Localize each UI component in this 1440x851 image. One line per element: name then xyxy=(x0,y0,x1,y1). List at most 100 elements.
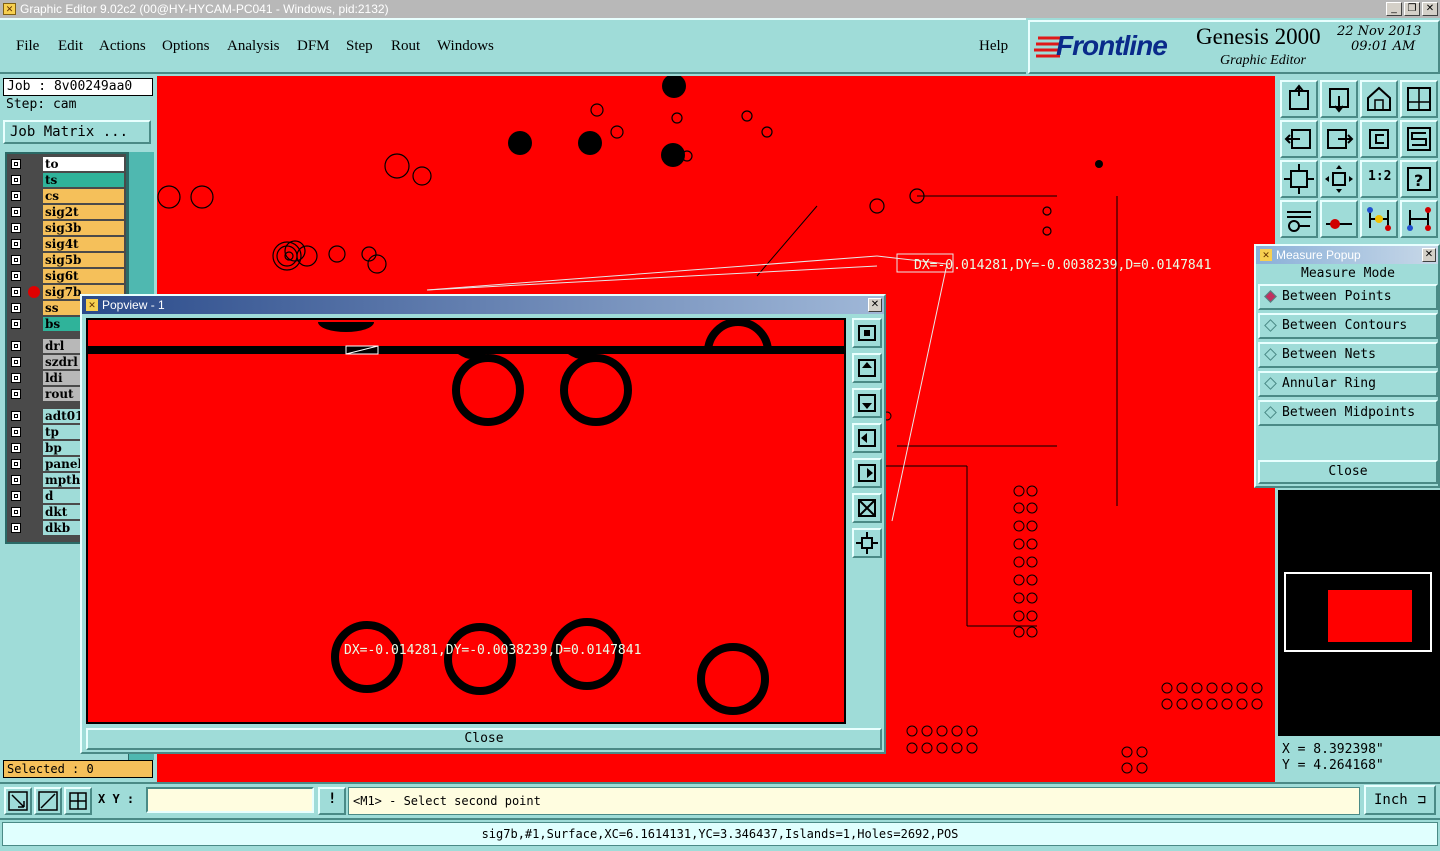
select-arrow-icon[interactable] xyxy=(4,787,32,815)
layer-name[interactable]: to xyxy=(43,157,124,171)
view-toolbar: 1:2 ? xyxy=(1276,76,1440,240)
job-matrix-button[interactable]: Job Matrix ... xyxy=(3,120,151,144)
measure-tool-icon[interactable] xyxy=(1280,200,1318,238)
layer-checkbox[interactable] xyxy=(11,239,21,249)
snake-route-icon[interactable] xyxy=(1400,120,1438,158)
xy-input[interactable] xyxy=(146,787,314,813)
measure-popup-title: Measure Popup xyxy=(1276,248,1361,262)
layer-checkbox[interactable] xyxy=(11,389,21,399)
layer-row-cs[interactable]: cs xyxy=(7,188,127,204)
scale-one-to-two-icon[interactable]: 1:2 xyxy=(1360,160,1398,198)
layer-name[interactable]: cs xyxy=(43,189,124,203)
zoom-fit-icon[interactable] xyxy=(1280,160,1318,198)
measure-option-annular-ring[interactable]: Annular Ring xyxy=(1258,371,1438,397)
layer-checkbox[interactable] xyxy=(11,175,21,185)
menu-dfm[interactable]: DFM xyxy=(297,38,330,55)
layer-checkbox[interactable] xyxy=(11,357,21,367)
menu-analysis[interactable]: Analysis xyxy=(227,38,280,55)
popview-close-icon[interactable]: ✕ xyxy=(868,298,882,312)
layer-name[interactable]: ts xyxy=(43,173,124,187)
popview-pan-left-button[interactable] xyxy=(852,423,882,453)
popview-canvas[interactable]: DX=-0.014281,DY=-0.0038239,D=0.0147841 xyxy=(86,318,846,724)
layer-row-ts[interactable]: ts xyxy=(7,172,127,188)
layer-checkbox[interactable] xyxy=(11,523,21,533)
menu-help[interactable]: Help xyxy=(979,38,1008,55)
snap-point-icon[interactable] xyxy=(1320,200,1358,238)
product-name: Genesis 2000 xyxy=(1196,24,1321,49)
layer-checkbox[interactable] xyxy=(11,475,21,485)
split-view-icon[interactable] xyxy=(1400,80,1438,118)
popview-zoom-out-button[interactable] xyxy=(852,493,882,523)
layer-row-sig4t[interactable]: sig4t xyxy=(7,236,127,252)
grid-snap-icon[interactable] xyxy=(64,787,92,815)
popview-pan-right-button[interactable] xyxy=(852,458,882,488)
mirror-view-icon[interactable] xyxy=(1360,120,1398,158)
layer-checkbox[interactable] xyxy=(11,271,21,281)
layer-row-sig5b[interactable]: sig5b xyxy=(7,252,127,268)
layer-checkbox[interactable] xyxy=(11,159,21,169)
units-label: Inch xyxy=(1374,792,1408,808)
layer-checkbox[interactable] xyxy=(11,319,21,329)
layer-checkbox[interactable] xyxy=(11,191,21,201)
layer-name[interactable]: sig5b xyxy=(43,253,124,267)
measure-option-between-contours[interactable]: Between Contours xyxy=(1258,313,1438,339)
layer-row-sig2t[interactable]: sig2t xyxy=(7,204,127,220)
zoom-center-icon[interactable] xyxy=(1320,160,1358,198)
overview-frame[interactable] xyxy=(1284,572,1432,652)
minimize-button[interactable]: _ xyxy=(1386,2,1402,16)
close-window-button[interactable]: ✕ xyxy=(1422,2,1438,16)
layer-checkbox[interactable] xyxy=(11,207,21,217)
layer-checkbox[interactable] xyxy=(11,411,21,421)
popview-pan-up-button[interactable] xyxy=(852,353,882,383)
menu-file[interactable]: File xyxy=(16,38,39,55)
layer-checkbox[interactable] xyxy=(11,287,21,297)
layer-checkbox[interactable] xyxy=(11,223,21,233)
popview-close-button[interactable]: Close xyxy=(86,728,882,750)
popview-zoom-window-button[interactable] xyxy=(852,318,882,348)
zoom-home-icon[interactable] xyxy=(1280,80,1318,118)
maximize-button[interactable]: ❐ xyxy=(1404,2,1420,16)
popview-zoom-in-button[interactable] xyxy=(852,528,882,558)
home-view-icon[interactable] xyxy=(1360,80,1398,118)
layer-name[interactable]: sig4t xyxy=(43,237,124,251)
menu-rout[interactable]: Rout xyxy=(391,38,420,55)
layer-row-sig3b[interactable]: sig3b xyxy=(7,220,127,236)
layer-checkbox[interactable] xyxy=(11,459,21,469)
active-layer-dot-icon xyxy=(28,286,40,298)
net-connect-icon[interactable] xyxy=(1360,200,1398,238)
layer-checkbox[interactable] xyxy=(11,427,21,437)
measure-close-button[interactable]: Close xyxy=(1258,460,1438,484)
measure-popup-close-icon[interactable]: ✕ xyxy=(1422,248,1436,262)
layer-checkbox[interactable] xyxy=(11,443,21,453)
measure-option-between-points[interactable]: Between Points xyxy=(1258,284,1438,310)
layer-name[interactable]: sig6t xyxy=(43,269,124,283)
measure-line-icon[interactable] xyxy=(34,787,62,815)
drc-check-icon[interactable] xyxy=(1400,200,1438,238)
layer-name[interactable]: sig3b xyxy=(43,221,124,235)
popview-artwork: DX=-0.014281,DY=-0.0038239,D=0.0147841 xyxy=(88,320,844,715)
help-query-icon[interactable]: ? xyxy=(1400,160,1438,198)
layer-checkbox[interactable] xyxy=(11,255,21,265)
alert-icon[interactable]: ! xyxy=(318,787,346,815)
menu-actions[interactable]: Actions xyxy=(99,38,146,55)
layer-checkbox[interactable] xyxy=(11,303,21,313)
measure-option-between-midpoints[interactable]: Between Midpoints xyxy=(1258,400,1438,426)
cursor-coordinates: X = 8.392398" Y = 4.264168" xyxy=(1276,738,1440,782)
measure-option-between-nets[interactable]: Between Nets xyxy=(1258,342,1438,368)
layer-name[interactable]: sig2t xyxy=(43,205,124,219)
layer-checkbox[interactable] xyxy=(11,491,21,501)
pan-down-icon[interactable] xyxy=(1320,80,1358,118)
menu-step[interactable]: Step xyxy=(346,38,373,55)
pan-right-icon[interactable] xyxy=(1320,120,1358,158)
layer-row-to[interactable]: to xyxy=(7,156,127,172)
menu-windows[interactable]: Windows xyxy=(437,38,494,55)
layer-checkbox[interactable] xyxy=(11,373,21,383)
layer-checkbox[interactable] xyxy=(11,341,21,351)
layer-checkbox[interactable] xyxy=(11,507,21,517)
pan-left-icon[interactable] xyxy=(1280,120,1318,158)
layer-row-sig6t[interactable]: sig6t xyxy=(7,268,127,284)
menu-options[interactable]: Options xyxy=(162,38,210,55)
popview-pan-down-button[interactable] xyxy=(852,388,882,418)
units-dropdown[interactable]: Inch ⊐ xyxy=(1364,785,1436,815)
menu-edit[interactable]: Edit xyxy=(58,38,83,55)
